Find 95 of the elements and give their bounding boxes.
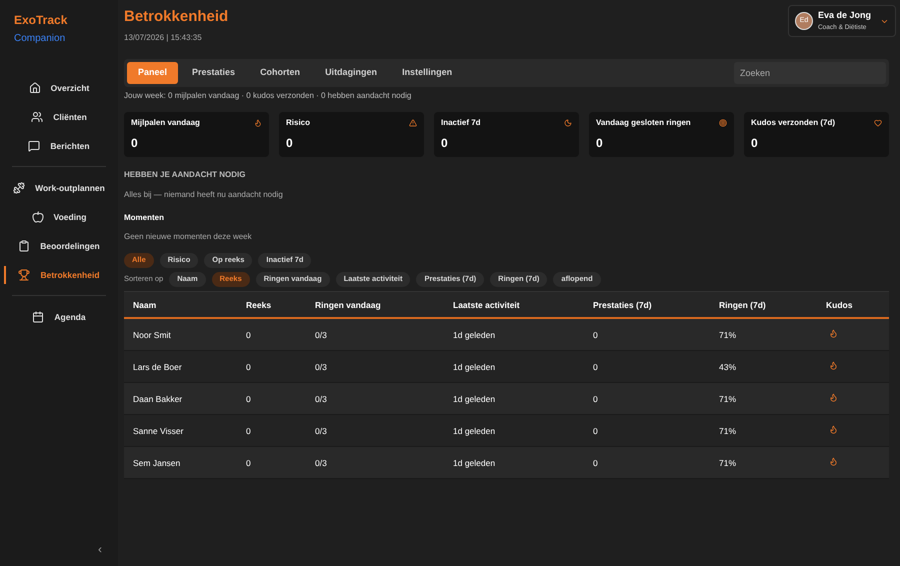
column-header[interactable]: Reeks — [246, 300, 272, 310]
table-cell: 0 — [593, 426, 598, 436]
table-cell: 1d geleden — [453, 330, 496, 340]
empty-message: Alles bij — niemand heeft nu aandacht nodig — [124, 188, 284, 200]
table-cell: 71% — [719, 458, 736, 468]
table-cell: 71% — [719, 426, 736, 436]
apple-icon — [32, 211, 44, 223]
tab[interactable]: Cohorten — [249, 62, 312, 84]
stat-label: Mijlpalen vandaag — [131, 116, 200, 128]
stat-value: 0 — [751, 134, 759, 152]
empty-message: Geen nieuwe momenten deze week — [124, 230, 253, 242]
sidebar-item[interactable]: Overzicht — [0, 76, 118, 100]
table-cell: 1d geleden — [453, 394, 496, 404]
table-cell: Sanne Visser — [133, 426, 184, 436]
table-cell: Noor Smit — [133, 330, 171, 340]
table-cell: Daan Bakker — [133, 394, 182, 404]
sidebar-item[interactable]: Agenda — [0, 305, 118, 329]
stat-value: 0 — [131, 134, 139, 152]
users-icon — [31, 111, 44, 123]
kudos-button[interactable] — [829, 393, 838, 402]
calendar-icon — [32, 311, 44, 323]
table-cell: Lars de Boer — [133, 362, 182, 372]
column-header[interactable]: Naam — [133, 300, 156, 310]
flame-icon — [254, 118, 262, 126]
tab[interactable]: Prestaties — [181, 62, 246, 84]
table-cell: 0 — [246, 394, 251, 404]
sidebar-item[interactable]: Betrokkenheid — [0, 263, 118, 287]
table-cell: 0 — [246, 362, 251, 372]
trophy-icon — [18, 269, 30, 281]
table-cell: 0/3 — [315, 362, 327, 372]
kudos-button[interactable] — [829, 457, 838, 466]
week-summary: Jouw week: 0 mijlpalen vandaag · 0 kudos verzonden · 0 hebben aandacht nodig — [124, 90, 412, 102]
stat-label: Vandaag gesloten ringen — [596, 116, 691, 128]
flame-icon — [829, 393, 838, 402]
section-heading: HEBBEN JE AANDACHT NODIG — [124, 168, 246, 180]
section-heading: Momenten — [124, 212, 165, 224]
tab[interactable]: Instellingen — [391, 62, 464, 84]
flame-icon — [829, 329, 838, 338]
flame-icon — [829, 425, 838, 434]
heart-icon — [874, 118, 882, 126]
target-icon — [719, 118, 727, 126]
column-header[interactable]: Ringen (7d) — [719, 300, 766, 310]
active-indicator — [4, 266, 6, 284]
table-cell: Sem Jansen — [133, 458, 180, 468]
sidebar-item[interactable]: Voeding — [0, 205, 118, 229]
search-field[interactable]: Zoeken — [734, 62, 886, 84]
table-cell: 1d geleden — [453, 362, 496, 372]
kudos-button[interactable] — [829, 329, 838, 338]
sidebar-item[interactable]: Beoordelingen — [0, 234, 118, 258]
table-cell: 0 — [593, 362, 598, 372]
table-cell: 71% — [719, 394, 736, 404]
moon-icon — [564, 118, 572, 126]
column-header[interactable]: Kudos — [826, 300, 852, 310]
table-cell: 71% — [719, 330, 736, 340]
stat-value: 0 — [286, 134, 294, 152]
column-header[interactable]: Laatste activiteit — [453, 300, 520, 310]
kudos-button[interactable] — [829, 361, 838, 370]
table-cell: 1d geleden — [453, 458, 496, 468]
table-cell: 0/3 — [315, 394, 327, 404]
table-cell: 0 — [246, 458, 251, 468]
table-cell: 1d geleden — [453, 426, 496, 436]
table-cell: 0 — [593, 330, 598, 340]
sidebar-item[interactable]: Berichten — [0, 134, 118, 158]
table-cell: 0/3 — [315, 426, 327, 436]
dumbbell-icon — [13, 182, 26, 194]
house-icon — [28, 82, 41, 94]
sidebar-item[interactable]: Work-outplannen — [0, 176, 118, 200]
stat-value: 0 — [596, 134, 604, 152]
collapse-button[interactable]: ‹ — [98, 540, 102, 558]
brand-subtitle: Companion — [14, 32, 66, 46]
kudos-button[interactable] — [829, 425, 838, 434]
warning-icon — [409, 118, 417, 126]
flame-icon — [829, 361, 838, 370]
stat-value: 0 — [441, 134, 449, 152]
stat-label: Inactief 7d — [441, 116, 481, 128]
clipboard-icon — [18, 240, 30, 252]
stat-label: Risico — [286, 116, 310, 128]
table-cell: 0 — [246, 426, 251, 436]
table-cell: 0 — [593, 458, 598, 468]
tab[interactable]: Uitdagingen — [314, 62, 388, 84]
flame-icon — [829, 457, 838, 466]
column-header[interactable]: Prestaties (7d) — [593, 300, 652, 310]
stat-label: Kudos verzonden (7d) — [751, 116, 836, 128]
table-cell: 43% — [719, 362, 736, 372]
table-cell: 0 — [593, 394, 598, 404]
page-title: Betrokkenheid — [124, 7, 228, 27]
brand-name: ExoTrack — [14, 12, 68, 29]
chat-icon — [28, 140, 40, 152]
table-cell: 0/3 — [315, 458, 327, 468]
table-cell: 0 — [246, 330, 251, 340]
timestamp: 13/07/2026 | 15:43:35 — [124, 32, 203, 44]
sidebar-item[interactable]: Cliënten — [0, 105, 118, 129]
column-header[interactable]: Ringen vandaag — [315, 300, 381, 310]
table-cell: 0/3 — [315, 330, 327, 340]
user-name: Eva de Jong — [818, 9, 871, 22]
